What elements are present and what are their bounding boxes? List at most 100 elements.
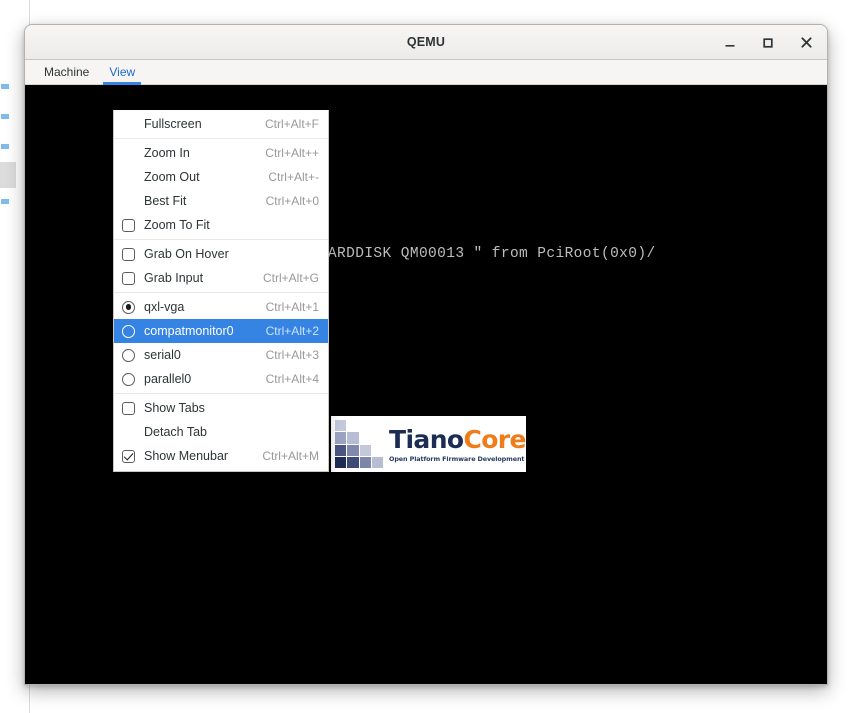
menu-item-radio [122,372,144,386]
menu-item-checkbox [122,218,144,232]
logo-grid-cell [347,444,359,456]
menu-item-label: Grab Input [144,271,204,285]
background-list-item [1,84,9,89]
menu-item-accelerator: Ctrl+Alt++ [265,146,319,160]
close-button[interactable] [793,30,819,56]
logo-grid-cell [371,456,383,468]
menu-item-parallel0[interactable]: parallel0 Ctrl+Alt+4 [114,367,328,391]
radio-icon[interactable] [122,324,135,338]
menu-item-label: Fullscreen [144,117,202,131]
background-list-item [1,199,9,204]
background-list-item [1,144,9,149]
menu-item-label: Zoom To Fit [144,218,210,232]
logo-grid-cell [335,444,347,456]
logo-grid-cell [359,432,371,444]
logo-grid-cell [335,420,347,432]
menu-item-accelerator: Ctrl+Alt+3 [265,348,319,362]
logo-grid-cell [371,444,383,456]
background-list-item [1,114,9,119]
menu-item-serial0[interactable]: serial0 Ctrl+Alt+3 [114,343,328,367]
menu-item-checkbox [122,401,144,415]
menu-item-radio [122,324,144,338]
menu-separator [114,292,328,293]
menu-item-checkbox [122,271,144,285]
logo-grid-cell [371,432,383,444]
menu-item-accelerator: Ctrl+Alt+- [268,170,319,184]
menubar-item-machine[interactable]: Machine [34,60,99,84]
menu-item-label: Zoom In [144,146,190,160]
background-selected-item [0,162,16,188]
tianocore-tagline: Open Platform Firmware Development [389,455,525,463]
menu-item-accelerator: Ctrl+Alt+4 [265,372,319,386]
menu-item-label: qxl-vga [144,300,185,314]
menu-item-label: Show Tabs [144,401,205,415]
tianocore-logo-grid [335,420,383,468]
menu-item-accelerator: Ctrl+Alt+G [262,271,319,285]
menu-item-label: Best Fit [144,194,187,208]
checkbox-checked-icon[interactable] [122,449,135,463]
menu-item-accelerator: Ctrl+Alt+0 [265,194,319,208]
menu-item-accelerator: Ctrl+Alt+F [264,117,319,131]
logo-grid-cell [359,456,371,468]
menu-item-grab-on-hover[interactable]: Grab On Hover [114,242,328,266]
menu-item-show-menubar[interactable]: Show Menubar Ctrl+Alt+M [114,444,328,468]
menu-separator [114,239,328,240]
page-title: QEMU [406,35,446,49]
menu-item-zoom-to-fit[interactable]: Zoom To Fit [114,213,328,237]
menu-item-best-fit[interactable]: Best Fit Ctrl+Alt+0 [114,189,328,213]
radio-icon[interactable] [122,372,135,386]
tianocore-logo-text: TianoCore Open Platform Firmware Develop… [383,427,526,463]
menu-item-accelerator: Ctrl+Alt+1 [265,300,319,314]
menubar-item-view-label: View [109,65,136,79]
tianocore-wordmark-tiano: Tiano [389,425,464,454]
menu-item-radio [122,348,144,362]
checkbox-icon[interactable] [122,271,135,285]
menu-item-zoom-in[interactable]: Zoom In Ctrl+Alt++ [114,141,328,165]
menu-item-checkbox [122,449,144,463]
menu-item-show-tabs[interactable]: Show Tabs [114,396,328,420]
tianocore-logo: TianoCore Open Platform Firmware Develop… [331,416,526,472]
logo-grid-cell [371,420,383,432]
menu-item-label: serial0 [144,348,181,362]
menu-item-detach-tab[interactable]: Detach Tab [114,420,328,444]
logo-grid-cell [359,444,371,456]
window-titlebar[interactable]: QEMU [25,25,827,60]
menu-item-accelerator: Ctrl+Alt+2 [265,324,319,338]
checkbox-icon[interactable] [122,218,135,232]
menu-separator [114,138,328,139]
menu-item-accelerator: Ctrl+Alt+M [262,449,319,463]
checkbox-icon[interactable] [122,247,135,261]
background-window-sidebar [0,14,16,654]
radio-icon[interactable] [122,348,135,362]
menubar-item-view[interactable]: View [99,60,145,85]
minimize-button[interactable] [717,30,743,56]
menu-separator [114,393,328,394]
logo-grid-cell [359,420,371,432]
menu-item-label: parallel0 [144,372,192,386]
menu-item-qxl-vga[interactable]: qxl-vga Ctrl+Alt+1 [114,295,328,319]
menu-item-compatmonitor0[interactable]: compatmonitor0 Ctrl+Alt+2 [114,319,328,343]
menu-item-label: compatmonitor0 [144,324,234,338]
window-controls [717,25,819,60]
logo-grid-cell [335,456,347,468]
menu-item-zoom-out[interactable]: Zoom Out Ctrl+Alt+- [114,165,328,189]
menu-item-label: Show Menubar [144,449,229,463]
radio-selected-icon[interactable] [122,300,135,314]
logo-grid-cell [347,456,359,468]
menu-item-fullscreen[interactable]: Fullscreen Ctrl+Alt+F [114,112,328,136]
menu-item-checkbox [122,247,144,261]
tianocore-wordmark: TianoCore [389,427,526,452]
menu-item-radio [122,300,144,314]
logo-grid-cell [347,432,359,444]
menubar-item-machine-label: Machine [44,65,90,79]
menu-item-grab-input[interactable]: Grab Input Ctrl+Alt+G [114,266,328,290]
checkbox-icon[interactable] [122,401,135,415]
maximize-button[interactable] [755,30,781,56]
menu-item-label: Detach Tab [144,425,208,439]
menubar: Machine View [25,60,827,85]
logo-grid-cell [335,432,347,444]
qemu-window: QEMU Machine View ot0001 "UEFI QEMU HARD… [24,24,828,685]
view-dropdown-menu: Fullscreen Ctrl+Alt+F Zoom In Ctrl+Alt++ Zoo… [113,110,329,472]
menu-item-label: Grab On Hover [144,247,229,261]
tianocore-wordmark-core: Core [463,425,526,454]
